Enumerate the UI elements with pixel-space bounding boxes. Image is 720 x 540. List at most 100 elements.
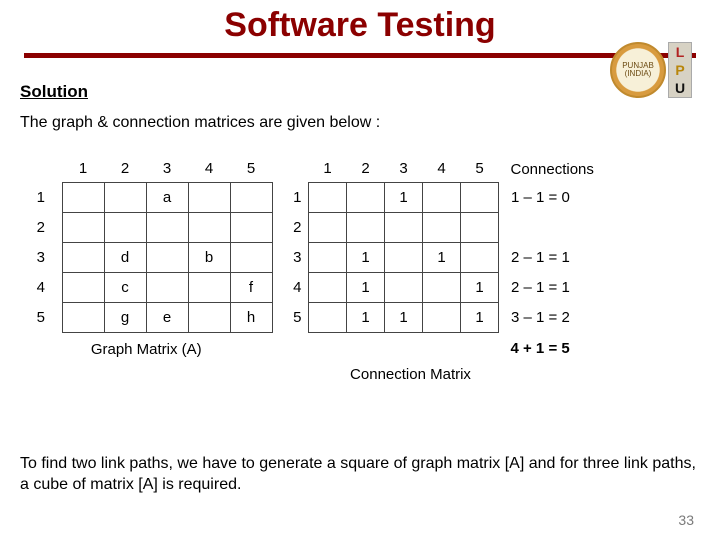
cell [62,242,104,272]
cell [423,272,461,302]
cell: h [230,302,272,332]
connection-calc: 1 – 1 = 0 [499,182,605,212]
matrices-row: 1 2 3 4 5 1 a 2 [20,156,700,383]
cell: 1 [347,242,385,272]
cell [423,212,461,242]
cell: 1 [461,272,499,302]
cell [146,212,188,242]
row-header: 4 [287,272,309,302]
cell [62,212,104,242]
slide-body: Solution The graph & connection matrices… [0,58,720,383]
graph-matrix-table: 1 2 3 4 5 1 a 2 [20,156,273,333]
cell: f [230,272,272,302]
cell [309,272,347,302]
cell: b [188,242,230,272]
cell [62,182,104,212]
table-row: 5 g e h [20,302,272,332]
cell [104,212,146,242]
col-header: 3 [385,156,423,182]
cell [385,242,423,272]
cell: a [146,182,188,212]
connection-matrix-caption: Connection Matrix [217,366,605,383]
connection-calc: 2 – 1 = 1 [499,272,605,302]
row-header: 2 [20,212,62,242]
table-row: 4 c f [20,272,272,302]
cell [188,212,230,242]
cell [423,182,461,212]
connection-sum: 4 + 1 = 5 [499,332,605,358]
cell [230,182,272,212]
row-header: 3 [287,242,309,272]
cell [104,182,146,212]
cell [309,242,347,272]
cell [230,242,272,272]
col-header: 4 [188,156,230,182]
cell [188,182,230,212]
col-header: 1 [62,156,104,182]
row-header: 5 [20,302,62,332]
graph-matrix: 1 2 3 4 5 1 a 2 [20,156,273,358]
row-header: 4 [20,272,62,302]
cell [188,272,230,302]
cell: 1 [385,302,423,332]
cell [230,212,272,242]
connections-header: Connections [499,156,605,182]
row-header: 2 [287,212,309,242]
row-header: 3 [20,242,62,272]
cell [309,182,347,212]
table-row: 1 a [20,182,272,212]
table-row: 3 d b [20,242,272,272]
table-row: 1 1 1 – 1 = 0 [287,182,605,212]
seal-icon: PUNJAB (INDIA) [610,42,666,98]
lpu-letter: U [675,80,685,96]
cell: 1 [461,302,499,332]
table-row: 4 1 1 2 – 1 = 1 [287,272,605,302]
cell [461,242,499,272]
cell [347,212,385,242]
sum-row: 4 + 1 = 5 [287,332,605,358]
lpu-letter: L [676,44,685,60]
cell [461,182,499,212]
cell [188,302,230,332]
page-number: 33 [678,512,694,528]
col-header: 3 [146,156,188,182]
col-header: 2 [104,156,146,182]
cell [347,182,385,212]
connection-calc: 3 – 1 = 2 [499,302,605,332]
logo-area: PUNJAB (INDIA) L P U [610,42,692,98]
col-header: 1 [309,156,347,182]
outro-text: To find two link paths, we have to gener… [20,453,700,496]
corner-cell [287,156,309,182]
cell: 1 [385,182,423,212]
row-header: 5 [287,302,309,332]
row-header: 1 [20,182,62,212]
cell: c [104,272,146,302]
table-row: 3 1 1 2 – 1 = 1 [287,242,605,272]
connection-matrix-table: 1 2 3 4 5 Connections 1 1 1 – [287,156,605,358]
cell [62,302,104,332]
cell: 1 [347,272,385,302]
cell [146,242,188,272]
seal-text: PUNJAB (INDIA) [612,62,664,78]
cell: d [104,242,146,272]
cell [385,272,423,302]
cell: g [104,302,146,332]
cell: 1 [423,242,461,272]
connection-calc [499,212,605,242]
cell [309,302,347,332]
col-header: 5 [461,156,499,182]
page-title: Software Testing [0,0,720,45]
connection-matrix: 1 2 3 4 5 Connections 1 1 1 – [287,156,605,383]
row-header: 1 [287,182,309,212]
intro-text: The graph & connection matrices are give… [20,114,700,132]
cell [309,212,347,242]
cell [146,272,188,302]
cell [62,272,104,302]
corner-cell [20,156,62,182]
cell: 1 [347,302,385,332]
lpu-letter: P [675,62,684,78]
table-row: 1 2 3 4 5 [20,156,272,182]
section-heading: Solution [20,82,700,102]
col-header: 4 [423,156,461,182]
cell [461,212,499,242]
